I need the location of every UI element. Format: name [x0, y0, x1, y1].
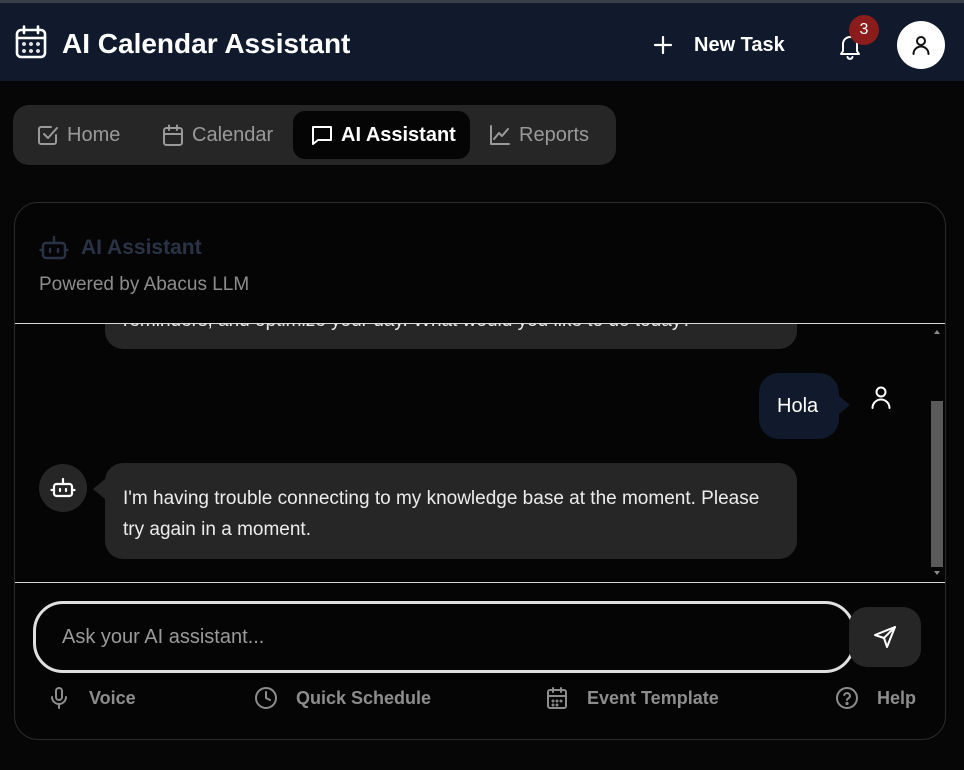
tool-label: Voice [89, 687, 136, 708]
tab-ai-assistant[interactable]: AI Assistant [293, 111, 470, 159]
divider [15, 582, 945, 583]
send-icon [874, 626, 896, 648]
scroll-down-arrow-icon[interactable] [933, 569, 941, 577]
tab-reports[interactable]: Reports [489, 111, 589, 159]
plus-icon [653, 35, 673, 55]
tab-label: Home [67, 123, 121, 146]
bot-avatar [39, 464, 87, 512]
assistant-title-text: AI Assistant [81, 236, 202, 259]
bubble-tail [838, 395, 850, 415]
quick-schedule-button[interactable]: Quick Schedule [254, 685, 431, 711]
chat-input-wrapper [33, 601, 855, 673]
help-circle-icon [836, 687, 858, 709]
user-icon [871, 386, 891, 409]
bubble-tail [93, 479, 105, 499]
notification-badge: 3 [849, 15, 879, 45]
tab-label: Reports [519, 123, 590, 146]
user-avatar-button[interactable] [897, 21, 945, 69]
assistant-title: AI Assistant [39, 233, 202, 263]
tool-label: Help [877, 687, 917, 708]
message-text: reminders, and optimize your day. What w… [123, 324, 692, 332]
voice-button[interactable]: Voice [47, 685, 136, 711]
bot-icon [39, 235, 69, 260]
calendar-icon [163, 124, 183, 146]
tab-label: Calendar [192, 123, 274, 146]
tab-label: AI Assistant [341, 123, 456, 146]
assistant-subtitle: Powered by Abacus LLM [39, 274, 250, 295]
assistant-message: reminders, and optimize your day. What w… [105, 324, 797, 349]
message-square-icon [312, 126, 332, 145]
microphone-icon [51, 687, 67, 709]
tool-label: Quick Schedule [296, 687, 432, 708]
user-icon [912, 36, 930, 55]
user-message: Hola [759, 373, 850, 439]
tool-label: Event Template [587, 687, 719, 708]
new-task-label: New Task [694, 33, 785, 56]
message-text: I'm having trouble connecting to my know… [123, 488, 760, 540]
tab-home[interactable]: Home [37, 111, 120, 159]
app-header: AI Calendar Assistant New Task 3 [0, 0, 964, 81]
app-title: AI Calendar Assistant [62, 28, 351, 59]
line-chart-icon [490, 125, 510, 145]
help-button[interactable]: Help [835, 685, 916, 711]
tab-calendar[interactable]: Calendar [162, 111, 273, 159]
assistant-card: AI Assistant Powered by Abacus LLM remin… [14, 202, 946, 740]
check-square-icon [38, 126, 58, 145]
chat-input[interactable] [62, 620, 822, 654]
bot-icon [50, 477, 76, 498]
calendar-icon [15, 25, 47, 59]
chat-messages[interactable]: reminders, and optimize your day. What w… [15, 324, 945, 582]
main-tabs: Home Calendar AI Assistant Reports [13, 105, 616, 165]
message-text: Hola [777, 395, 819, 417]
assistant-message: I'm having trouble connecting to my know… [93, 463, 797, 559]
event-template-button[interactable]: Event Template [545, 685, 719, 711]
scroll-thumb[interactable] [931, 401, 943, 567]
new-task-button[interactable]: New Task [648, 29, 785, 61]
calendar-icon [547, 687, 567, 709]
chat-scrollbar[interactable] [929, 324, 945, 582]
send-button[interactable] [849, 607, 921, 667]
scroll-up-arrow-icon[interactable] [933, 328, 941, 336]
clock-icon [255, 687, 277, 709]
